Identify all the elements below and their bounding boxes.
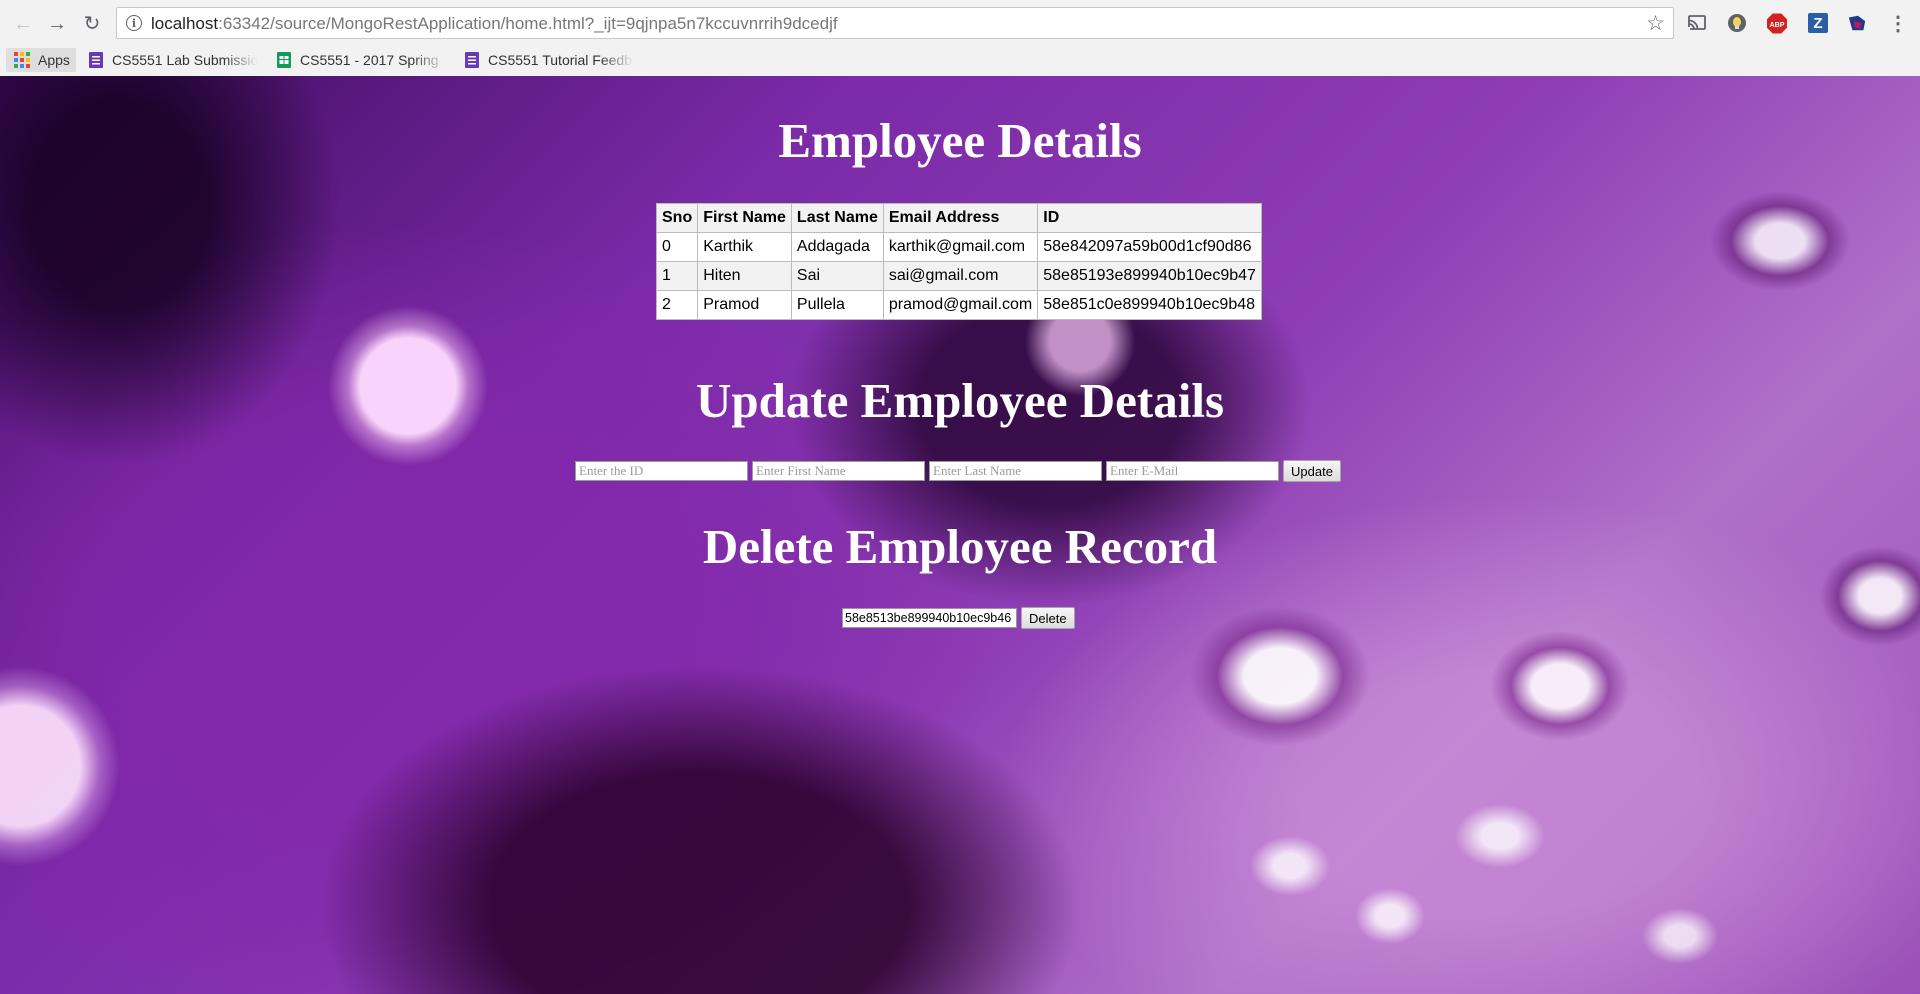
cell-last-name: Sai [790,261,884,291]
adblock-plus-icon[interactable]: ABP [1767,13,1787,33]
zotero-letter: Z [1813,14,1823,32]
cell-sno: 0 [655,232,699,262]
cell-first-name: Pramod [697,290,792,320]
forward-button[interactable]: → [43,10,71,38]
bookmark-apps-label: Apps [38,52,70,68]
cell-id: 58e842097a59b00d1cf90d86 [1037,232,1262,262]
delete-form: Delete [842,607,1075,629]
header-sno: Sno [655,203,699,233]
menu-icon[interactable]: ⋮ [1888,13,1908,35]
update-id-input[interactable] [575,461,748,481]
cell-sno: 1 [655,261,699,291]
delete-employee-heading: Delete Employee Record [702,519,1218,574]
forms-icon [465,52,479,68]
cell-id: 58e851c0e899940b10ec9b48 [1037,290,1262,320]
forward-arrow-icon: → [47,13,67,35]
cell-last-name: Addagada [790,232,884,262]
table-row: 0 Karthik Addagada karthik@gmail.com 58e… [655,232,1262,262]
header-first-name: First Name [697,203,792,233]
table-row: 2 Pramod Pullela pramod@gmail.com 58e851… [655,290,1262,320]
cell-sno: 2 [655,290,699,320]
bookmarks-bar: Apps CS5551 Lab Submissio CS5551 - 2017 … [0,45,1920,75]
update-last-name-input[interactable] [929,461,1102,481]
table-row: 1 Hiten Sai sai@gmail.com 58e85193e89994… [655,261,1262,291]
url-text[interactable]: localhost:63342/source/MongoRestApplicat… [151,14,838,34]
zotero-icon[interactable]: Z [1808,13,1828,33]
cell-first-name: Karthik [697,232,792,262]
sheets-icon [277,52,291,68]
header-id: ID [1037,203,1262,233]
delete-id-input[interactable] [842,608,1017,628]
header-last-name: Last Name [790,203,884,233]
employee-table: Sno First Name Last Name Email Address I… [655,203,1262,320]
update-button[interactable]: Update [1283,460,1341,482]
update-form: Update [575,460,1341,482]
update-email-input[interactable] [1106,461,1279,481]
apps-grid-icon [14,52,30,68]
cast-icon[interactable] [1687,13,1707,33]
browser-chrome: ← → ↻ i localhost:63342/source/MongoRest… [0,0,1920,77]
cell-first-name: Hiten [697,261,792,291]
cell-id: 58e85193e899940b10ec9b47 [1037,261,1262,291]
bookmark-label: CS5551 Tutorial Feedb [488,52,632,68]
reload-button[interactable]: ↻ [78,10,106,38]
delete-button[interactable]: Delete [1021,607,1075,629]
bookmark-star-icon[interactable]: ☆ [1646,11,1665,36]
reload-icon: ↻ [83,13,101,35]
bookmark-label: CS5551 Lab Submissio [112,52,258,68]
back-button[interactable]: ← [9,10,37,38]
cell-email: sai@gmail.com [882,261,1039,291]
url-path: :63342/source/MongoRestApplication/home.… [218,14,838,33]
cell-last-name: Pullela [790,290,884,320]
lightbulb-extension-icon[interactable] [1727,13,1747,33]
cell-email: pramod@gmail.com [882,290,1039,320]
bookmark-apps[interactable]: Apps [6,48,76,72]
url-host: localhost [151,14,219,33]
update-employee-heading: Update Employee Details [695,373,1225,428]
bookmark-spring-2017[interactable]: CS5551 - 2017 Spring [276,48,446,72]
browser-toolbar: ← → ↻ i localhost:63342/source/MongoRest… [0,0,1920,47]
bookmark-tutorial-feedback[interactable]: CS5551 Tutorial Feedb [464,48,634,72]
table-header-row: Sno First Name Last Name Email Address I… [655,203,1262,233]
cell-email: karthik@gmail.com [882,232,1039,262]
abp-text: ABP [1769,20,1784,28]
bookmark-lab-submission[interactable]: CS5551 Lab Submissio [88,48,258,72]
bookmark-label: CS5551 - 2017 Spring [300,52,439,68]
employee-details-heading: Employee Details [778,113,1142,168]
forms-icon [89,52,103,68]
header-email: Email Address [882,203,1039,233]
info-icon[interactable]: i [126,15,142,31]
page-background: Employee Details Sno First Name Last Nam… [0,76,1920,994]
address-bar[interactable]: i localhost:63342/source/MongoRestApplic… [116,7,1674,39]
update-first-name-input[interactable] [752,461,925,481]
puzzle-extension-icon[interactable] [1847,13,1867,33]
back-arrow-icon: ← [13,13,33,35]
